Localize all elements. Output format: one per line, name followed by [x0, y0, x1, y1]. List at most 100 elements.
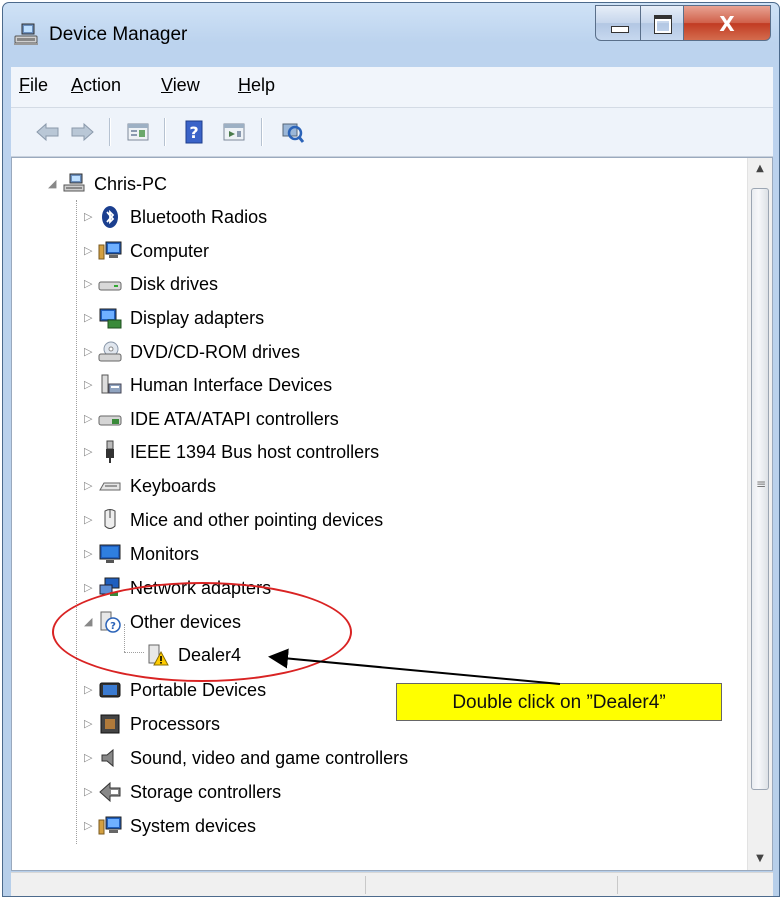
sound-icon	[101, 748, 114, 768]
close-button[interactable]: X	[683, 5, 771, 41]
tree-item-storage[interactable]: ▷ Storage controllers	[84, 777, 281, 807]
expand-arrow-icon[interactable]: ▷	[84, 245, 94, 257]
menu-bar: File Action View Help	[11, 67, 773, 108]
menu-view-label: iew	[172, 75, 200, 95]
tree-item-ide[interactable]: ▷ IDE ATA/ATAPI controllers	[84, 404, 339, 434]
instruction-callout: Double click on ”Dealer4”	[396, 683, 722, 721]
collapse-arrow-icon[interactable]: ◢	[48, 178, 58, 190]
scroll-up-icon[interactable]: ▲	[748, 158, 772, 180]
tree-item-mice[interactable]: ▷ Mice and other pointing devices	[84, 505, 383, 535]
tree-item-label: Human Interface Devices	[130, 374, 333, 395]
expand-arrow-icon[interactable]: ▷	[84, 718, 94, 730]
tree-item-label: Storage controllers	[130, 781, 282, 802]
status-divider	[617, 876, 618, 894]
tree-item-label: Sound, video and game controllers	[130, 747, 409, 768]
tree-item-ieee1394[interactable]: ▷ IEEE 1394 Bus host controllers	[84, 437, 379, 467]
tree-item-display-adapters[interactable]: ▷ Display adapters	[84, 303, 264, 333]
menu-help[interactable]: Help	[238, 75, 275, 96]
vertical-scrollbar[interactable]: ▲ ≡ ▼	[747, 158, 772, 870]
system-devices-icon	[98, 816, 122, 835]
hid-icon	[101, 374, 122, 394]
help-icon[interactable]: ?	[179, 118, 209, 146]
menu-action[interactable]: Action	[71, 75, 121, 96]
toolbar-separator	[261, 118, 263, 146]
expand-arrow-icon[interactable]: ▷	[84, 446, 94, 458]
tree-item-bluetooth[interactable]: ▷ Bluetooth Radios	[84, 202, 267, 232]
scroll-thumb[interactable]: ≡	[751, 188, 769, 790]
back-icon[interactable]	[33, 118, 63, 146]
tree-item-label: Monitors	[130, 543, 200, 564]
close-icon: X	[719, 12, 735, 36]
properties-icon[interactable]	[123, 118, 153, 146]
expand-arrow-icon[interactable]: ▷	[84, 312, 94, 324]
menu-help-mnemonic: H	[238, 75, 251, 95]
tree-item-dvd[interactable]: ▷ DVD/CD-ROM drives	[84, 337, 300, 367]
expand-arrow-icon[interactable]: ▷	[84, 278, 94, 290]
menu-help-label: elp	[251, 75, 276, 95]
expand-arrow-icon[interactable]: ▷	[84, 786, 94, 798]
tree-item-keyboards[interactable]: ▷ Keyboards	[84, 471, 216, 501]
grip-icon: ≡	[756, 477, 767, 491]
tree-item-label: Display adapters	[130, 307, 265, 328]
expand-arrow-icon[interactable]: ▷	[84, 548, 94, 560]
expand-arrow-icon[interactable]: ▷	[84, 346, 94, 358]
tree-item-system-devices[interactable]: ▷ System devices	[84, 811, 256, 841]
toolbar-separator	[109, 118, 111, 146]
tree-root-label: Chris-PC	[94, 173, 168, 194]
expand-arrow-icon[interactable]: ▷	[84, 684, 94, 696]
menu-file-mnemonic: F	[19, 75, 30, 95]
highlight-ellipse	[52, 582, 352, 682]
svg-text:?: ?	[189, 123, 198, 142]
tree-item-label: Bluetooth Radios	[130, 206, 268, 227]
tree-item-label: Computer	[130, 240, 210, 261]
tree-item-sound[interactable]: ▷ Sound, video and game controllers	[84, 743, 408, 773]
expand-arrow-icon[interactable]: ▷	[84, 752, 94, 764]
device-tree[interactable]: ◢ Chris-PC ▷ Bluetooth Radios ▷ Computer…	[11, 157, 773, 871]
forward-icon[interactable]	[67, 118, 97, 146]
tree-item-label: Portable Devices	[130, 679, 267, 700]
dvd-icon	[98, 341, 122, 362]
maximize-button[interactable]	[640, 5, 684, 41]
device-manager-icon	[14, 23, 38, 45]
tree-item-label: Keyboards	[130, 475, 217, 496]
menu-action-label: ction	[83, 75, 122, 95]
computer-root-icon	[63, 173, 85, 192]
tree-item-processors[interactable]: ▷ Processors	[84, 709, 220, 739]
tree-item-hid[interactable]: ▷ Human Interface Devices	[84, 370, 332, 400]
menu-file-label: ile	[30, 75, 49, 95]
tree-item-label: IDE ATA/ATAPI controllers	[130, 408, 339, 429]
tree-item-label: Mice and other pointing devices	[130, 509, 384, 530]
scan-hardware-icon[interactable]	[277, 118, 307, 146]
tree-root[interactable]: ◢ Chris-PC	[48, 169, 167, 199]
tree-item-computer[interactable]: ▷ Computer	[84, 236, 209, 266]
expand-arrow-icon[interactable]: ▷	[84, 211, 94, 223]
tree-connector	[76, 200, 77, 844]
tree-item-label: System devices	[130, 815, 257, 836]
expand-arrow-icon[interactable]: ▷	[84, 820, 94, 832]
disk-drive-icon	[98, 281, 122, 291]
status-bar	[11, 872, 773, 896]
bluetooth-icon	[102, 206, 118, 228]
scroll-down-icon[interactable]: ▼	[748, 848, 772, 870]
expand-arrow-icon[interactable]: ▷	[84, 379, 94, 391]
toolbar: ?	[11, 108, 773, 157]
menu-view[interactable]: View	[161, 75, 200, 96]
expand-arrow-icon[interactable]: ▷	[84, 480, 94, 492]
update-driver-icon[interactable]	[219, 118, 249, 146]
minimize-button[interactable]	[595, 5, 641, 41]
storage-icon	[99, 781, 121, 803]
expand-arrow-icon[interactable]: ▷	[84, 582, 94, 594]
tree-item-monitors[interactable]: ▷ Monitors	[84, 539, 199, 569]
keyboard-icon	[99, 482, 121, 491]
portable-device-icon	[99, 682, 121, 698]
menu-file[interactable]: File	[19, 75, 48, 96]
ide-icon	[98, 415, 122, 426]
computer-icon	[98, 241, 122, 260]
expand-arrow-icon[interactable]: ▷	[84, 413, 94, 425]
expand-arrow-icon[interactable]: ▷	[84, 514, 94, 526]
callout-text: Double click on ”Dealer4”	[452, 692, 666, 713]
title-bar[interactable]: Device Manager X	[3, 3, 779, 67]
menu-action-mnemonic: A	[71, 75, 84, 95]
device-manager-window: Device Manager X File Action View Help ?…	[2, 2, 780, 897]
tree-item-disk-drives[interactable]: ▷ Disk drives	[84, 269, 218, 299]
